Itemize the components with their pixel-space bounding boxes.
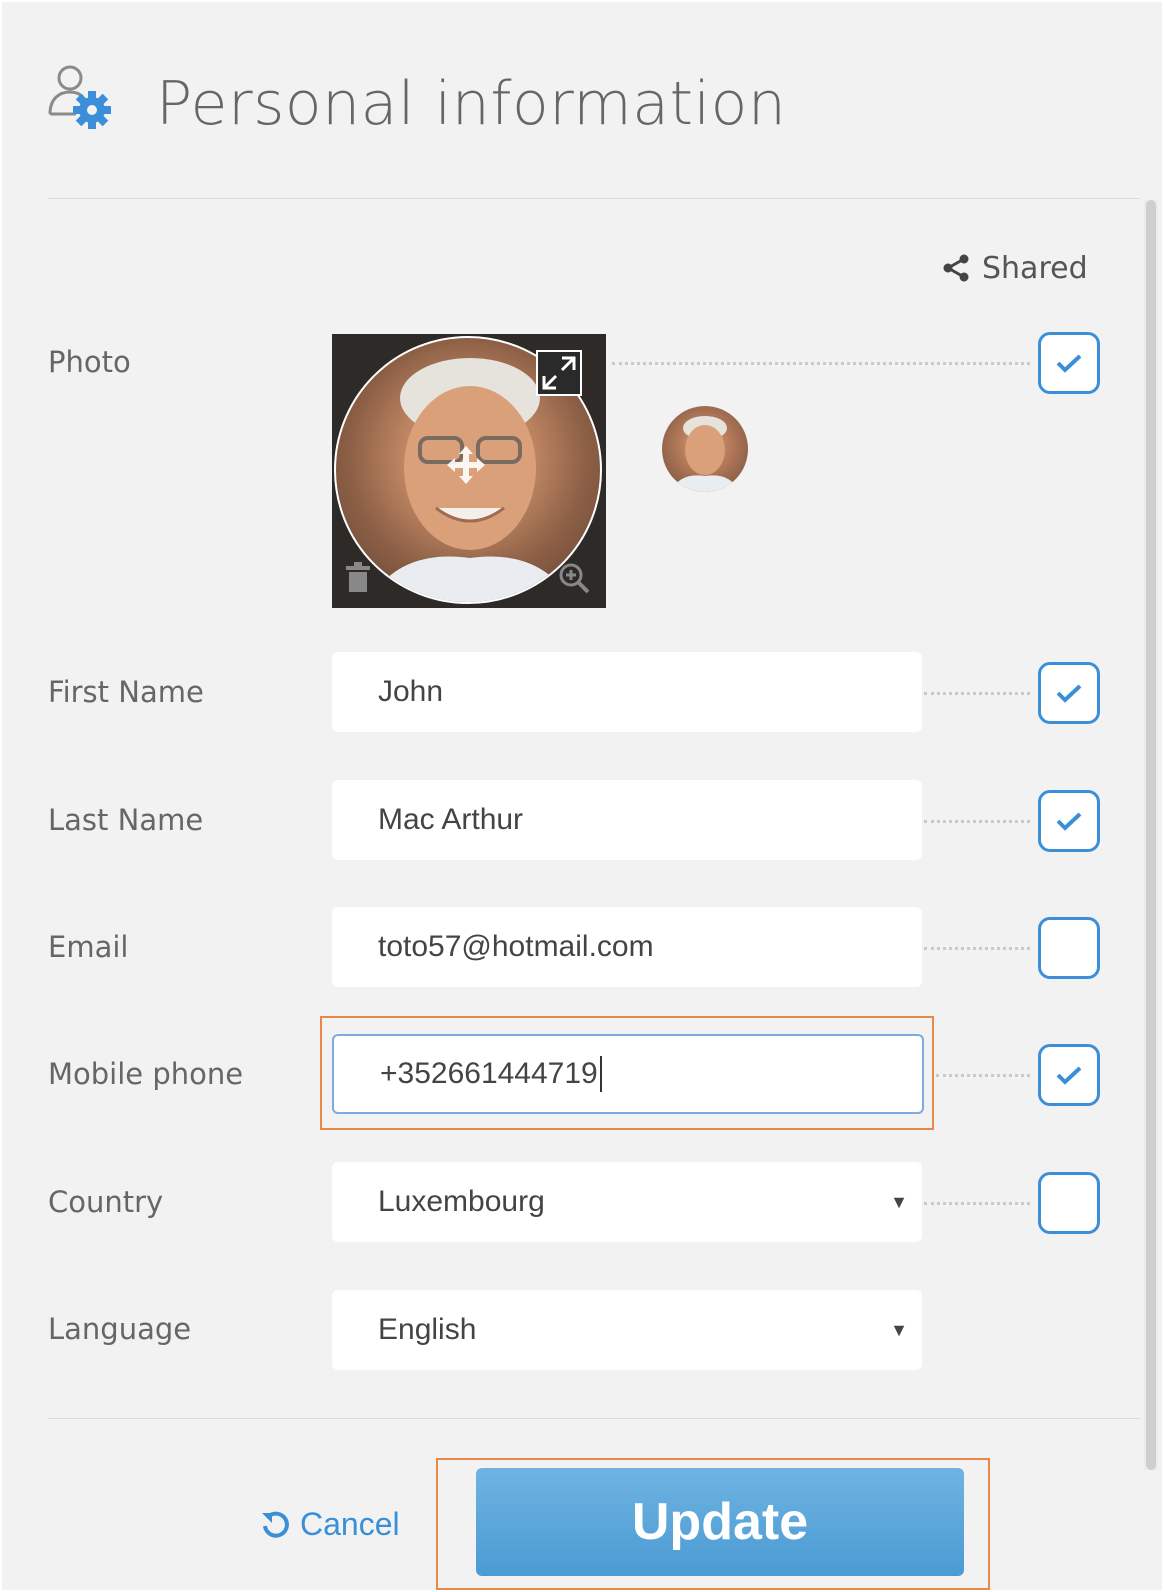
undo-icon xyxy=(262,1511,289,1538)
country-value: Luxembourg xyxy=(378,1185,545,1218)
cancel-button[interactable]: Cancel xyxy=(260,1502,400,1546)
user-gear-icon xyxy=(48,65,111,129)
trash-icon[interactable] xyxy=(344,562,372,594)
move-icon[interactable] xyxy=(445,444,487,486)
email-label: Email xyxy=(48,930,129,964)
header-divider xyxy=(48,198,1140,199)
language-label: Language xyxy=(48,1312,192,1346)
zoom-in-icon[interactable] xyxy=(558,562,590,594)
check-icon xyxy=(1056,1066,1082,1085)
check-icon xyxy=(1056,684,1082,703)
first-name-share-checkbox[interactable] xyxy=(1038,662,1100,724)
update-button[interactable]: Update xyxy=(476,1468,964,1576)
mobile-phone-label: Mobile phone xyxy=(48,1057,244,1091)
email-share-checkbox[interactable] xyxy=(1038,917,1100,979)
last-name-value: Mac Arthur xyxy=(378,803,524,836)
shared-label: Shared xyxy=(982,250,1088,286)
expand-icon[interactable] xyxy=(536,350,582,396)
email-input[interactable]: toto57@hotmail.com xyxy=(332,907,922,987)
mobile-phone-input[interactable]: +352661444719 xyxy=(332,1034,924,1114)
language-select[interactable]: English ▼ xyxy=(332,1290,922,1370)
photo-editor[interactable] xyxy=(332,334,606,608)
scrollbar-thumb[interactable] xyxy=(1146,200,1156,1470)
last-name-share-connector xyxy=(924,820,1030,823)
shared-column-header: Shared xyxy=(942,248,1088,288)
dropdown-arrow-icon: ▼ xyxy=(890,1192,908,1212)
cancel-label: Cancel xyxy=(300,1505,400,1542)
first-name-value: John xyxy=(378,675,444,708)
country-share-checkbox[interactable] xyxy=(1038,1172,1100,1234)
last-name-share-checkbox[interactable] xyxy=(1038,790,1100,852)
country-share-connector xyxy=(924,1202,1030,1205)
check-icon xyxy=(1056,812,1082,831)
last-name-input[interactable]: Mac Arthur xyxy=(332,780,922,860)
dropdown-arrow-icon: ▼ xyxy=(890,1320,908,1340)
photo-share-connector xyxy=(612,362,1030,365)
language-value: English xyxy=(378,1313,477,1346)
personal-info-panel: Personal information Shared Photo First … xyxy=(2,2,1162,1590)
photo-preview-thumbnail xyxy=(662,406,748,492)
footer-divider xyxy=(48,1418,1140,1419)
mobile-phone-share-connector xyxy=(936,1074,1030,1077)
country-label: Country xyxy=(48,1185,164,1219)
check-icon xyxy=(1056,354,1082,373)
first-name-label: First Name xyxy=(48,675,204,709)
email-share-connector xyxy=(924,947,1030,950)
photo-share-checkbox[interactable] xyxy=(1038,332,1100,394)
mobile-phone-value: +352661444719 xyxy=(380,1057,598,1090)
share-icon xyxy=(943,254,969,282)
text-caret xyxy=(599,1056,602,1092)
last-name-label: Last Name xyxy=(48,803,204,837)
first-name-input[interactable]: John xyxy=(332,652,922,732)
first-name-share-connector xyxy=(924,692,1030,695)
photo-label: Photo xyxy=(48,345,131,379)
country-select[interactable]: Luxembourg ▼ xyxy=(332,1162,922,1242)
mobile-phone-share-checkbox[interactable] xyxy=(1038,1044,1100,1106)
email-value: toto57@hotmail.com xyxy=(378,930,654,963)
page-title: Personal information xyxy=(156,69,787,139)
